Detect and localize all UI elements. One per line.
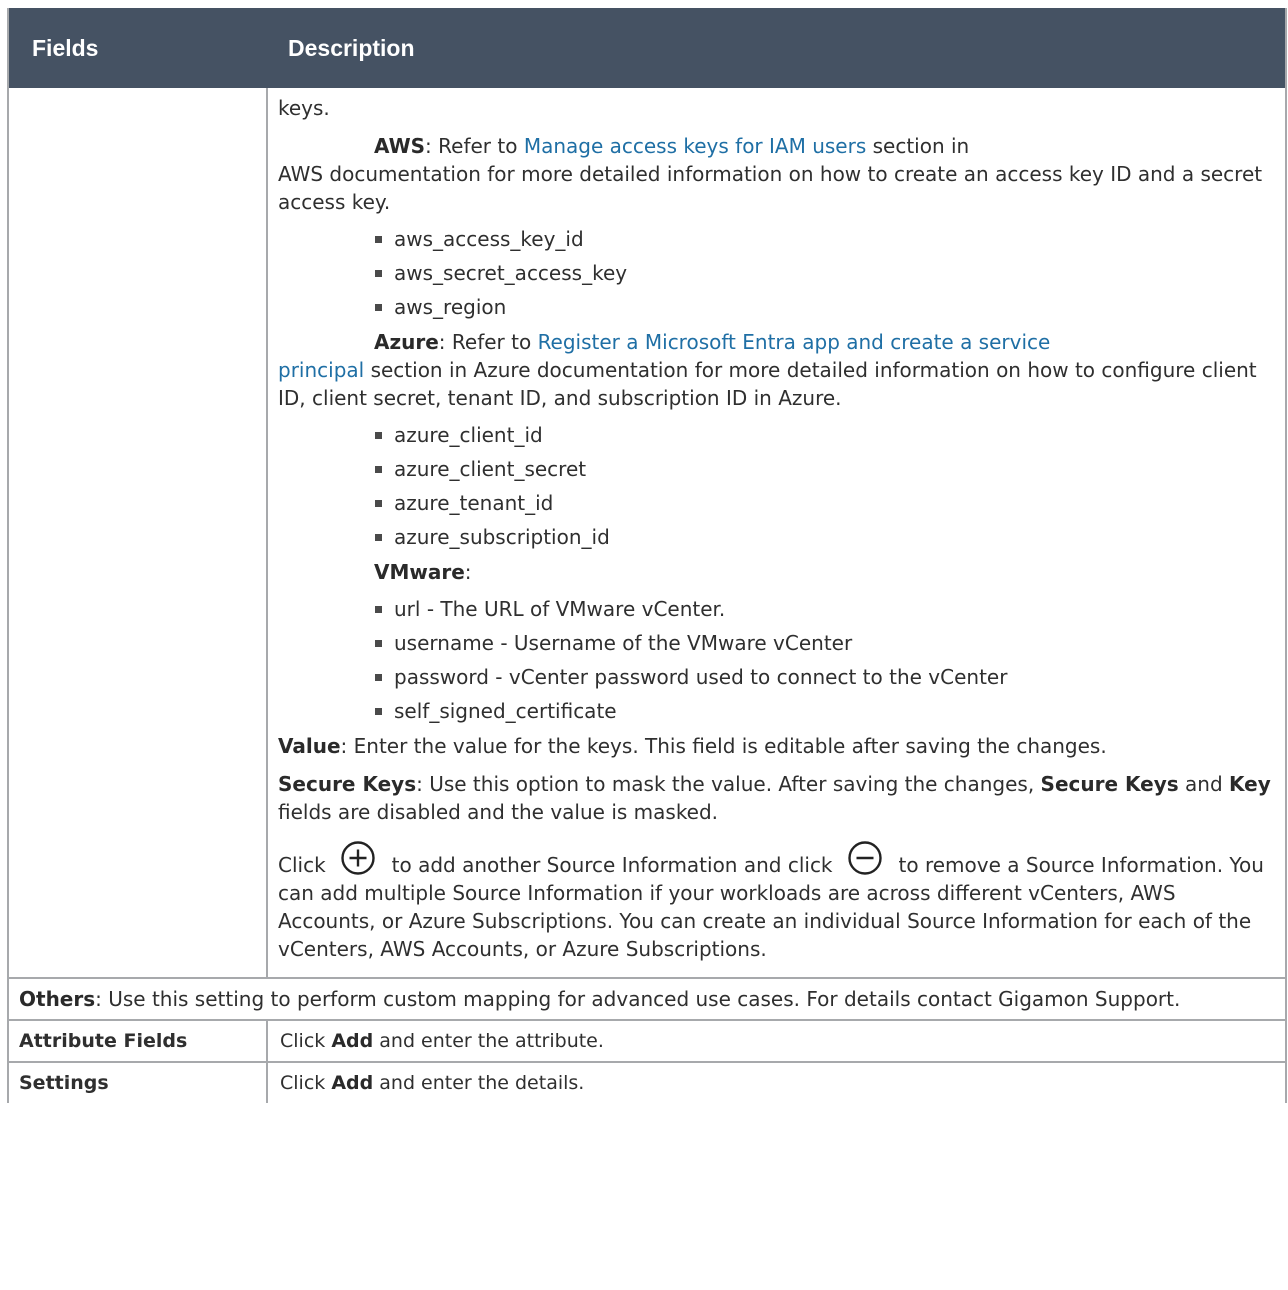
value-label: Value — [278, 734, 341, 758]
azure-doc-link-cont[interactable]: principal — [278, 358, 364, 382]
list-item: username - Username of the VMware vCente… — [374, 626, 1275, 660]
header-fields: Fields — [32, 34, 99, 61]
click-word: Click — [278, 853, 326, 877]
secure-text-1: : Use this option to mask the value. Aft… — [416, 772, 1041, 796]
secure-keys-label-2: Secure Keys — [1040, 772, 1179, 796]
aws-suffix: section in — [866, 134, 970, 158]
others-label: Others — [19, 987, 96, 1011]
value-paragraph: Value: Enter the value for the keys. Thi… — [278, 732, 1275, 760]
vmware-key-list: url - The URL of VMware vCenter. usernam… — [278, 592, 1275, 728]
minus-circle-icon[interactable] — [847, 840, 883, 876]
desc-pre: Click — [280, 1072, 332, 1094]
value-text: : Enter the value for the keys. This fie… — [340, 734, 1107, 758]
key-label: Key — [1229, 772, 1271, 796]
desc-bold: Add — [331, 1030, 374, 1052]
desc-pre: Click — [280, 1030, 332, 1052]
azure-key-list: azure_client_id azure_client_secret azur… — [278, 418, 1275, 554]
list-item: aws_secret_access_key — [374, 256, 1275, 290]
list-item: azure_tenant_id — [374, 486, 1275, 520]
list-item: azure_client_id — [374, 418, 1275, 452]
list-item: azure_subscription_id — [374, 520, 1275, 554]
plus-circle-icon[interactable] — [340, 840, 376, 876]
field-name: Attribute Fields — [9, 1021, 268, 1061]
azure-prefix: : Refer to — [438, 330, 538, 354]
keys-tail-text: keys. — [278, 96, 330, 120]
add-text: to add another Source Information and cl… — [391, 853, 833, 877]
others-row: Others: Use this setting to perform cust… — [9, 979, 1285, 1021]
list-item: self_signed_certificate — [374, 694, 1275, 728]
secure-text-2: and — [1178, 772, 1229, 796]
azure-doc-link[interactable]: Register a Microsoft Entra app and creat… — [538, 330, 1051, 354]
azure-label: Azure — [374, 330, 439, 354]
desc-bold: Add — [331, 1072, 374, 1094]
aws-description: AWS documentation for more detailed info… — [278, 162, 1263, 214]
header-description: Description — [288, 34, 415, 61]
table-header: Fields Description — [9, 8, 1285, 88]
secure-keys-paragraph: Secure Keys: Use this option to mask the… — [278, 770, 1275, 826]
table-row: keys. AWS: Refer to Manage access keys f… — [9, 88, 1285, 979]
azure-paragraph: Azure: Refer to Register a Microsoft Ent… — [278, 328, 1275, 356]
field-name: Settings — [9, 1063, 268, 1103]
vmware-colon: : — [464, 560, 472, 584]
vmware-heading: VMware: — [278, 558, 1275, 586]
vmware-label: VMware — [374, 560, 465, 584]
aws-prefix: : Refer to — [425, 134, 524, 158]
aws-label: AWS — [374, 134, 426, 158]
field-cell-empty — [9, 88, 268, 977]
aws-paragraph: AWS: Refer to Manage access keys for IAM… — [278, 132, 1275, 160]
list-item: azure_client_secret — [374, 452, 1275, 486]
add-remove-paragraph: Click to add another Source Information a… — [278, 840, 1275, 963]
table-row: Attribute Fields Click Add and enter the… — [9, 1021, 1285, 1063]
secure-keys-label: Secure Keys — [278, 772, 417, 796]
azure-description: principal section in Azure documentation… — [278, 356, 1275, 412]
list-item: aws_region — [374, 290, 1275, 324]
list-item: aws_access_key_id — [374, 222, 1275, 256]
aws-key-list: aws_access_key_id aws_secret_access_key … — [278, 222, 1275, 324]
fields-table: Fields Description keys. AWS: Refer to M… — [7, 8, 1287, 1103]
description-cell: keys. AWS: Refer to Manage access keys f… — [268, 88, 1285, 977]
secure-text-3: fields are disabled and the value is mas… — [278, 800, 719, 824]
field-description: Click Add and enter the details. — [268, 1063, 1285, 1103]
list-item: password - vCenter password used to conn… — [374, 660, 1275, 694]
others-text: : Use this setting to perform custom map… — [95, 987, 1181, 1011]
field-description: Click Add and enter the attribute. — [268, 1021, 1285, 1061]
table-row: Settings Click Add and enter the details… — [9, 1063, 1285, 1103]
list-item: url - The URL of VMware vCenter. — [374, 592, 1275, 626]
aws-doc-link[interactable]: Manage access keys for IAM users — [524, 134, 866, 158]
azure-suffix: section in Azure documentation for more … — [278, 358, 1257, 410]
desc-post: and enter the details. — [373, 1072, 585, 1094]
desc-post: and enter the attribute. — [373, 1030, 604, 1052]
